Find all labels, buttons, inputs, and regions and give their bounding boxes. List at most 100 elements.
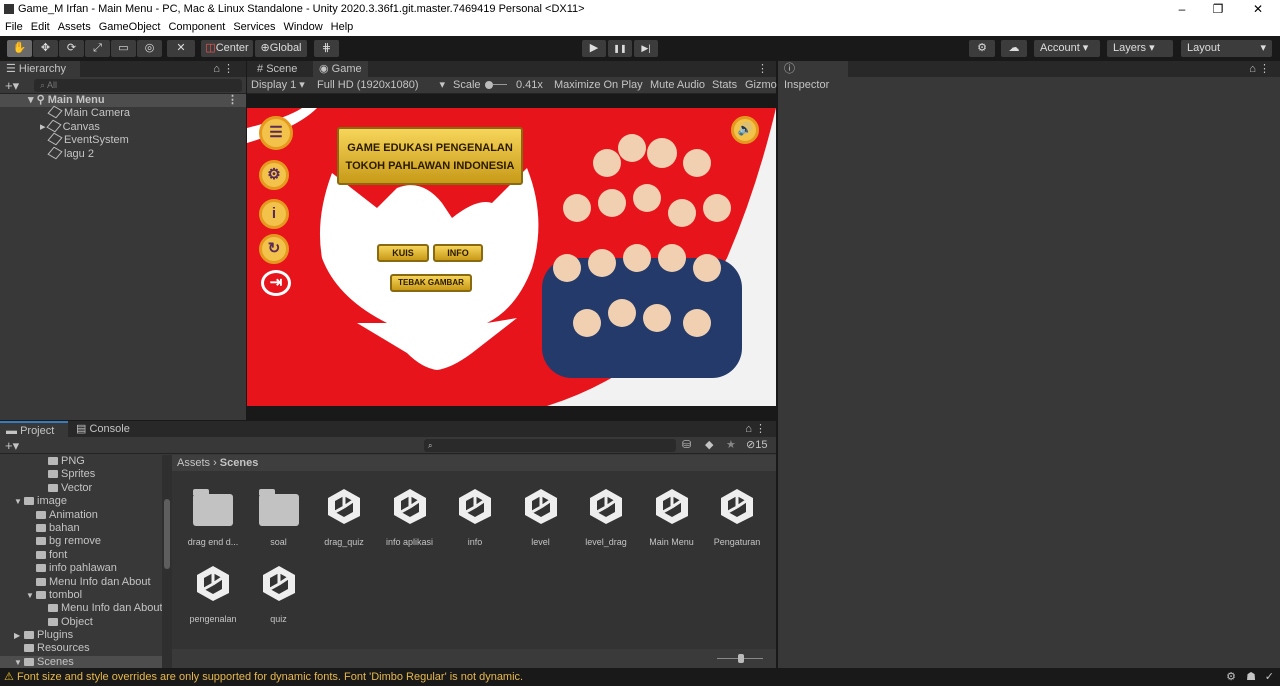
asset-item[interactable]: level_drag	[575, 485, 637, 547]
lock-icon[interactable]: ⌂ ⋮	[1249, 62, 1270, 75]
stats-toggle[interactable]: Stats	[712, 77, 737, 93]
more-icon[interactable]: ⋮	[757, 62, 768, 75]
hidden-packages-toggle[interactable]: ⊘15	[746, 438, 767, 451]
exit-button[interactable]: ⇥	[261, 270, 291, 296]
menu-list-button[interactable]: ☰	[259, 116, 293, 150]
project-folder-item[interactable]: Object	[0, 616, 162, 629]
step-button[interactable]: ▶|	[634, 40, 658, 57]
foldout-arrow-icon[interactable]: ▼	[14, 495, 24, 508]
asset-item[interactable]: pengenalan	[182, 562, 244, 624]
menu-help[interactable]: Help	[331, 18, 354, 36]
resolution-dropdown[interactable]: Full HD (1920x1080) ▾	[317, 77, 445, 93]
project-folder-item[interactable]: info pahlawan	[0, 562, 162, 575]
hierarchy-item[interactable]: EventSystem	[0, 132, 246, 147]
foldout-arrow-icon[interactable]: ▼	[26, 589, 36, 602]
hierarchy-item[interactable]: lagu 2	[0, 146, 246, 161]
project-folder-item[interactable]: ▼ tombol	[0, 589, 162, 602]
asset-item[interactable]: info	[444, 485, 506, 547]
tab-console[interactable]: ▤ Console	[70, 421, 136, 437]
foldout-arrow-icon[interactable]: ▼	[14, 656, 24, 668]
pause-button[interactable]: ❚❚	[608, 40, 632, 57]
hierarchy-item[interactable]: Main Camera	[0, 106, 246, 120]
layers-dropdown[interactable]: Layers ▾	[1107, 40, 1173, 57]
tab-game[interactable]: ◉ Game	[313, 61, 368, 77]
pivot-global-button[interactable]: ⊕Global	[255, 40, 307, 57]
mute-audio-toggle[interactable]: Mute Audio	[650, 77, 705, 93]
play-button[interactable]: ▶	[582, 40, 606, 57]
project-folder-item[interactable]: font	[0, 549, 162, 562]
asset-item[interactable]: soal	[248, 485, 310, 547]
menu-file[interactable]: File	[5, 18, 23, 36]
project-folder-item[interactable]: ▶ Plugins	[0, 629, 162, 642]
project-folder-item[interactable]: Menu Info dan About	[0, 576, 162, 589]
account-dropdown[interactable]: Account ▾	[1034, 40, 1100, 57]
menu-component[interactable]: Component	[168, 18, 225, 36]
snap-icon[interactable]: ⋕	[314, 40, 339, 57]
hierarchy-search-input[interactable]: ⌕ All	[34, 79, 242, 92]
close-button[interactable]: ✕	[1240, 0, 1276, 18]
foldout-arrow-icon[interactable]: ▶	[14, 629, 24, 642]
tab-scene[interactable]: # Scene	[251, 61, 303, 77]
game-view[interactable]: ☰ ⚙ i ↻ ⇥ 🔊 GAME EDUKASI PENGENALAN TOKOH…	[247, 108, 776, 406]
display-dropdown[interactable]: Display 1 ▾	[251, 77, 305, 93]
breadcrumb-scenes[interactable]: Scenes	[220, 457, 259, 469]
asset-item[interactable]: quiz	[248, 562, 310, 624]
info-menu-button[interactable]: INFO	[433, 244, 483, 262]
kuis-button[interactable]: KUIS	[377, 244, 429, 262]
status-message[interactable]: Font size and style overrides are only s…	[17, 671, 523, 683]
project-search-input[interactable]: ⌕	[424, 439, 676, 452]
layout-dropdown[interactable]: Layout ▾	[1181, 40, 1272, 57]
maximize-on-play-toggle[interactable]: Maximize On Play	[554, 77, 643, 93]
menu-services[interactable]: Services	[233, 18, 275, 36]
asset-item[interactable]: info aplikasi	[379, 485, 441, 547]
settings-gear-button[interactable]: ⚙	[259, 160, 289, 190]
asset-item[interactable]: Main Menu	[641, 485, 703, 547]
hand-tool-icon[interactable]: ✋	[7, 40, 32, 57]
move-tool-icon[interactable]: ✥	[33, 40, 58, 57]
lock-icon[interactable]: ⌂ ⋮	[745, 422, 766, 435]
project-folder-item[interactable]: bahan	[0, 522, 162, 535]
transform-tool-icon[interactable]: ◎	[137, 40, 162, 57]
scale-tool-icon[interactable]: ⤢	[85, 40, 110, 57]
asset-item[interactable]: drag end d...	[182, 485, 244, 547]
progress-check-icon[interactable]: ✓	[1265, 668, 1274, 686]
breadcrumb-assets[interactable]: Assets	[177, 457, 210, 469]
sound-button[interactable]: 🔊	[731, 116, 759, 144]
create-add-button[interactable]: +▾	[5, 438, 19, 454]
rotate-tool-icon[interactable]: ⟳	[59, 40, 84, 57]
reset-button[interactable]: ↻	[259, 234, 289, 264]
asset-item[interactable]: Pengaturan	[706, 485, 768, 547]
scale-slider[interactable]	[485, 81, 507, 89]
tree-scrollbar[interactable]	[162, 455, 172, 668]
asset-item[interactable]: drag_quiz	[313, 485, 375, 547]
create-add-button[interactable]: +▾	[5, 78, 19, 94]
custom-tool-icon[interactable]: ✕	[167, 40, 195, 57]
info-button[interactable]: i	[259, 199, 289, 229]
project-folder-item[interactable]: Sprites	[0, 468, 162, 481]
project-folder-item[interactable]: Vector	[0, 482, 162, 495]
collab-icon[interactable]: ⚙	[969, 40, 995, 57]
filter-type-icon[interactable]: ⛁	[682, 438, 691, 451]
menu-edit[interactable]: Edit	[31, 18, 50, 36]
menu-window[interactable]: Window	[284, 18, 323, 36]
maximize-button[interactable]: ❐	[1200, 0, 1236, 18]
project-folder-item[interactable]: ▼ Scenes	[0, 655, 162, 668]
rect-tool-icon[interactable]: ▭	[111, 40, 136, 57]
menu-gameobject[interactable]: GameObject	[99, 18, 161, 36]
minimize-button[interactable]: –	[1164, 0, 1200, 18]
project-folder-item[interactable]: Resources	[0, 642, 162, 655]
tab-hierarchy[interactable]: ☰ Hierarchy	[0, 61, 80, 77]
project-folder-item[interactable]: ▼ image	[0, 495, 162, 508]
cloud-icon[interactable]: ☁	[1001, 40, 1027, 57]
tebak-gambar-button[interactable]: TEBAK GAMBAR	[390, 274, 472, 292]
favorite-star-icon[interactable]: ★	[726, 438, 736, 451]
asset-item[interactable]: level	[510, 485, 572, 547]
project-folder-item[interactable]: PNG	[0, 455, 162, 468]
project-folder-item[interactable]: bg remove	[0, 535, 162, 548]
tab-inspector[interactable]: ⓘ Inspector	[778, 61, 848, 91]
scene-main-menu[interactable]: ▾ ⚲ Main Menu ⋮	[0, 94, 246, 108]
pivot-center-button[interactable]: ◫Center	[201, 40, 253, 57]
debug-icon[interactable]: ⚙	[1226, 668, 1236, 686]
hierarchy-item[interactable]: ▸ Canvas	[0, 119, 246, 134]
tab-project[interactable]: ▬ Project	[0, 421, 68, 437]
